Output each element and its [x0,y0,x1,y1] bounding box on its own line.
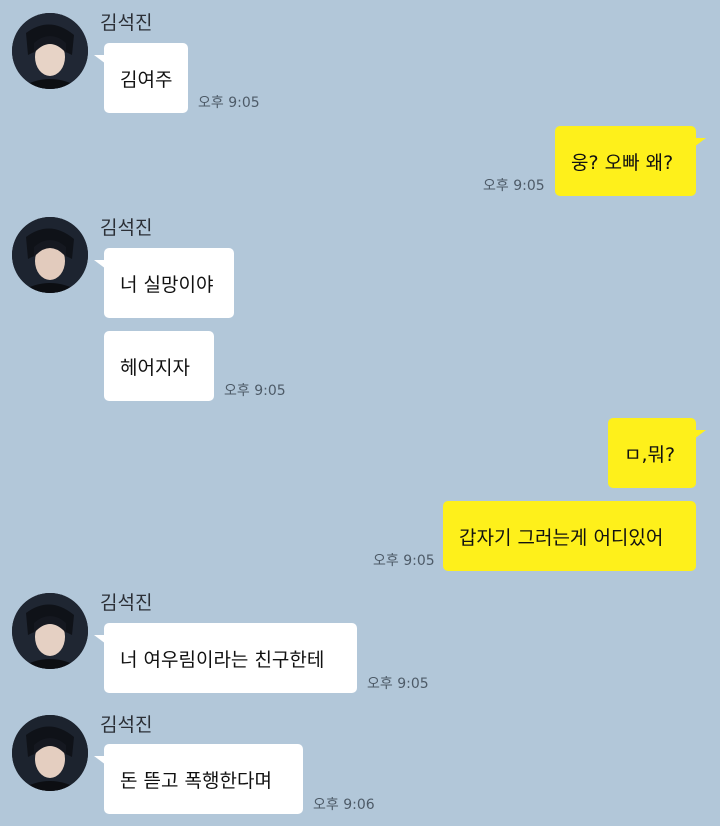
message-time: 오후 9:05 [224,383,286,399]
message-time: 오후 9:05 [373,553,435,569]
sender-name: 김석진 [100,12,153,34]
message-text: ㅁ,뭐? [624,443,676,466]
my-message-bubble[interactable]: 갑자기 그러는게 어디있어 [443,501,696,571]
my-message-bubble[interactable]: 웅? 오빠 왜? [555,126,706,196]
chat-view: 김석진 김여주 오후 9:05 웅? 오빠 왜? 오후 9:05 김석진 너 실… [0,0,720,826]
message-text: 너 여우림이라는 친구한테 [120,648,325,671]
message-text: 웅? 오빠 왜? [571,151,674,174]
message-text: 갑자기 그러는게 어디있어 [459,526,664,549]
sender-name: 김석진 [100,217,153,239]
sender-name: 김석진 [100,592,153,614]
message-time: 오후 9:06 [313,797,375,813]
sender-avatar[interactable] [12,715,88,791]
avatar-photo-icon [12,593,88,669]
message-text: 헤어지자 [120,356,190,379]
avatar-photo-icon [12,13,88,89]
message-bubble[interactable]: 헤어지자 [104,331,214,401]
message-bubble[interactable]: 김여주 [94,43,188,113]
avatar-photo-icon [12,715,88,791]
message-time: 오후 9:05 [367,676,429,692]
sender-avatar[interactable] [12,593,88,669]
message-time: 오후 9:05 [483,178,545,194]
message-bubble[interactable]: 돈 뜯고 폭행한다며 [94,744,303,814]
message-bubble[interactable]: 너 실망이야 [94,248,234,318]
message-time: 오후 9:05 [198,95,260,111]
message-text: 너 실망이야 [120,273,214,296]
message-text: 김여주 [120,68,173,91]
sender-name: 김석진 [100,714,153,736]
my-message-bubble[interactable]: ㅁ,뭐? [608,418,706,488]
sender-avatar[interactable] [12,13,88,89]
message-text: 돈 뜯고 폭행한다며 [120,769,272,792]
sender-avatar[interactable] [12,217,88,293]
message-bubble[interactable]: 너 여우림이라는 친구한테 [94,623,357,693]
avatar-photo-icon [12,217,88,293]
